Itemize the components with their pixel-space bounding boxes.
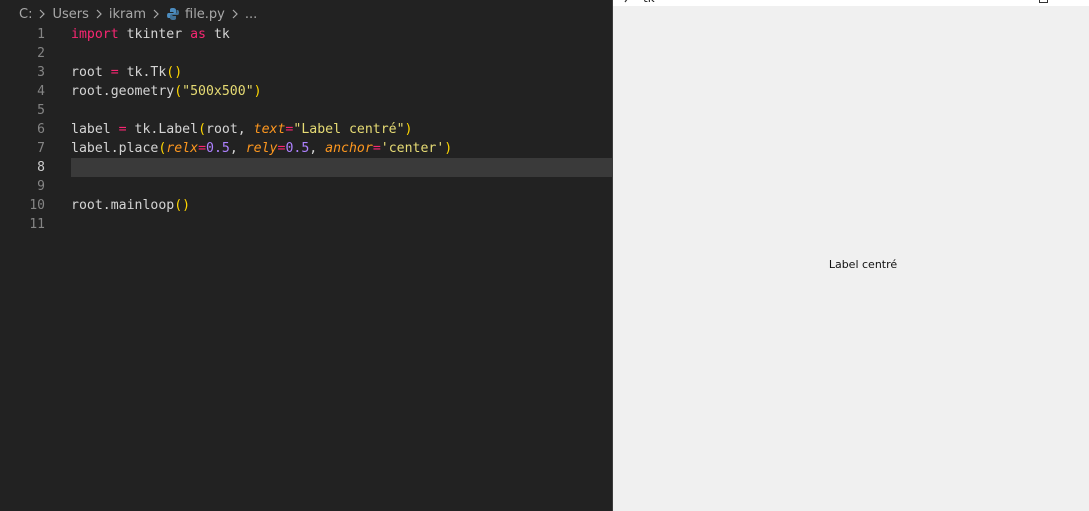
chevron-right-icon — [40, 9, 46, 19]
code-token: root — [71, 65, 111, 80]
code-token: label — [71, 122, 119, 137]
code-line[interactable]: import tkinter as tk — [71, 25, 613, 44]
code-token: = — [198, 141, 207, 156]
code-token: = — [118, 122, 127, 137]
breadcrumb-ikram[interactable]: ikram — [109, 7, 146, 22]
line-number: 7 — [37, 141, 45, 156]
line-number: 9 — [37, 179, 45, 194]
code-line[interactable] — [71, 158, 613, 177]
code-token: ) — [444, 141, 453, 156]
line-number: 2 — [37, 46, 45, 61]
code-token: relx — [166, 141, 199, 156]
code-line[interactable]: label.place(relx=0.5, rely=0.5, anchor='… — [71, 139, 613, 158]
code-line[interactable]: label = tk.Label(root, text="Label centr… — [71, 120, 613, 139]
code-token: ( — [198, 122, 207, 137]
breadcrumb-file[interactable]: file.py — [185, 7, 225, 22]
centered-label: Label centré — [828, 258, 898, 271]
code-token: ( — [174, 84, 183, 99]
code-token: tk.Tk — [118, 65, 167, 80]
line-number: 11 — [29, 217, 45, 232]
code-token: import — [71, 27, 119, 42]
line-number: 10 — [29, 198, 45, 213]
code-line[interactable] — [71, 177, 613, 196]
breadcrumb: C: Users ikram file.py ... — [0, 0, 613, 28]
code-line[interactable] — [71, 44, 613, 63]
tk-window[interactable]: tk Label centré — [613, 0, 1089, 511]
code-token: root.geometry — [71, 84, 175, 99]
line-number: 4 — [37, 84, 45, 99]
code-token: = — [372, 141, 381, 156]
code-area[interactable]: import tkinter as tk root = tk.Tk() root.… — [71, 25, 613, 234]
code-token: "500x500" — [182, 84, 254, 99]
line-number: 6 — [37, 122, 45, 137]
code-token: 0.5 — [206, 141, 230, 156]
code-token: label.place — [71, 141, 159, 156]
code-token: , — [229, 141, 246, 156]
code-token: , — [309, 141, 326, 156]
code-token: anchor — [325, 141, 373, 156]
tk-titlebar[interactable]: tk — [613, 0, 1089, 6]
breadcrumb-users[interactable]: Users — [52, 7, 88, 22]
code-line[interactable] — [71, 101, 613, 120]
breadcrumb-drive[interactable]: C: — [19, 7, 32, 22]
code-token: ) — [253, 84, 262, 99]
code-line[interactable]: root = tk.Tk() — [71, 63, 613, 82]
chevron-right-icon — [232, 9, 238, 19]
code-token: root.mainloop — [71, 198, 175, 213]
code-line[interactable]: root.mainloop() — [71, 196, 613, 215]
code-token: tk.Label — [126, 122, 199, 137]
line-number: 8 — [37, 160, 45, 175]
line-number-gutter: 1 2 3 4 5 6 7 8 9 10 11 — [0, 25, 56, 234]
code-token: ) — [404, 122, 413, 137]
code-token: 0.5 — [285, 141, 310, 156]
code-token: () — [166, 65, 183, 80]
line-number: 1 — [37, 27, 45, 42]
tk-window-title: tk — [643, 0, 655, 5]
code-line[interactable] — [71, 215, 613, 234]
code-token: "Label centré" — [293, 122, 405, 137]
code-token: = — [110, 65, 119, 80]
code-line[interactable]: root.geometry("500x500") — [71, 82, 613, 101]
maximize-icon[interactable] — [1039, 0, 1048, 3]
code-token: rely — [245, 141, 278, 156]
line-number: 5 — [37, 103, 45, 118]
code-token: 'center' — [380, 141, 445, 156]
chevron-right-icon — [96, 9, 102, 19]
line-number: 3 — [37, 65, 45, 80]
code-token: text — [253, 122, 286, 137]
code-token: root, — [206, 122, 254, 137]
python-file-icon — [167, 8, 179, 20]
code-token: tkinter — [118, 27, 191, 42]
code-editor[interactable]: C: Users ikram file.py ... 1 2 3 4 5 6 7 8 9 10 11… — [0, 0, 613, 511]
code-token: tk — [206, 27, 230, 42]
code-token: as — [190, 27, 206, 42]
code-token: () — [174, 198, 191, 213]
breadcrumb-symbol[interactable]: ... — [245, 7, 257, 22]
chevron-right-icon — [153, 9, 159, 19]
tk-feather-icon — [624, 0, 628, 3]
